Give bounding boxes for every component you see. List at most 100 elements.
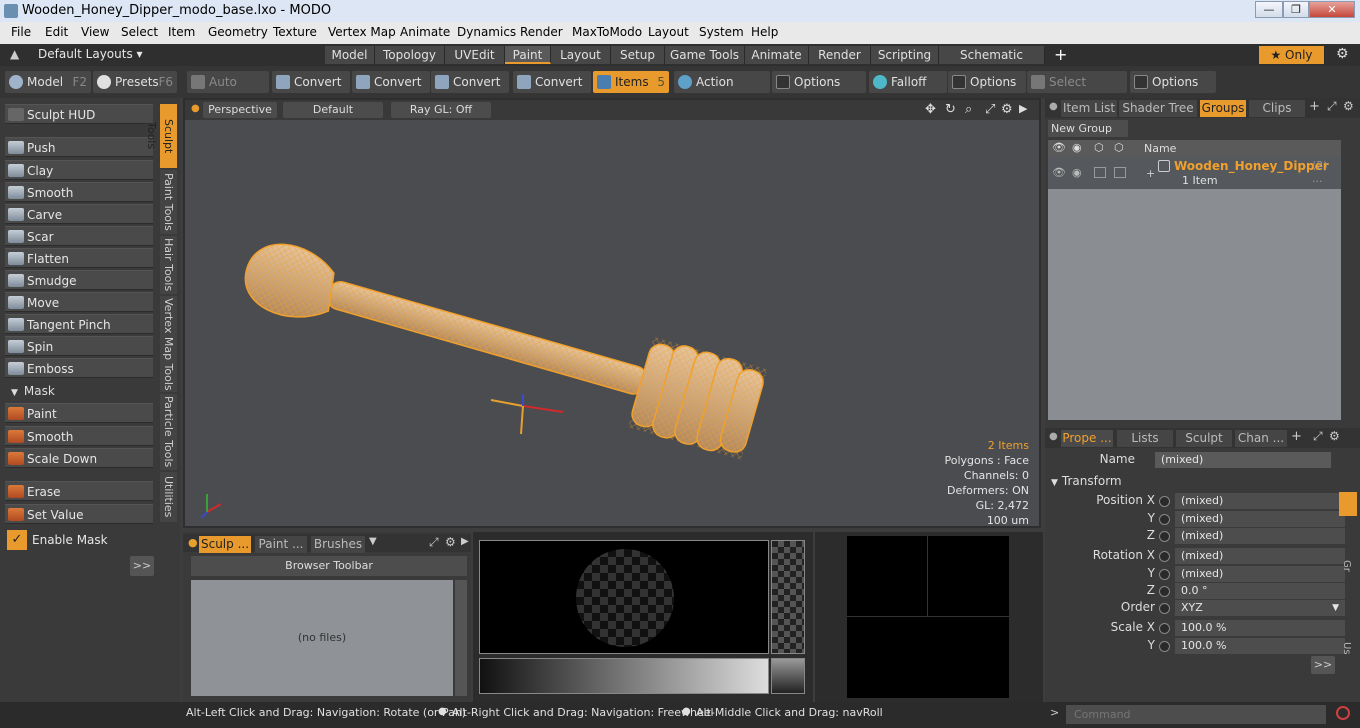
menu-render[interactable]: Render: [520, 25, 563, 39]
erase-button[interactable]: Erase: [5, 481, 153, 501]
auto-select-button[interactable]: Auto Select: [187, 71, 269, 111]
items-button[interactable]: Items 5: [593, 71, 669, 93]
select-through-button[interactable]: Select Through: [1027, 71, 1127, 111]
tab-groups[interactable]: Groups: [1200, 100, 1246, 117]
vtab-sculpt-tools[interactable]: Sculpt Tools: [145, 104, 177, 168]
rotation-z-field[interactable]: 0.0 °: [1175, 583, 1345, 599]
menu-layout[interactable]: Layout: [648, 25, 689, 39]
tool-emboss[interactable]: Emboss: [5, 358, 153, 378]
animate-dot-icon[interactable]: [1159, 569, 1170, 580]
maximize-viewport-icon[interactable]: ⤢: [985, 102, 995, 117]
tab-properties[interactable]: Prope ...: [1061, 430, 1113, 447]
visibility-eye-icon[interactable]: 👁: [1052, 141, 1066, 154]
tab-animate[interactable]: Animate: [745, 46, 809, 64]
animate-dot-icon[interactable]: [1159, 514, 1170, 525]
properties-gear-icon[interactable]: ⚙: [1329, 429, 1340, 443]
transform-section-header[interactable]: ▼ Transform: [1051, 474, 1122, 488]
maximize-button[interactable]: ❐: [1283, 1, 1309, 18]
tab-sculpt-presets[interactable]: Sculp ...: [199, 536, 251, 553]
convert-button-4[interactable]: Convert: [513, 71, 591, 93]
menu-maxtomodo[interactable]: MaxToModo: [572, 25, 642, 39]
order-dropdown[interactable]: XYZ ▼: [1175, 600, 1345, 616]
side-tab-user[interactable]: Us: [1341, 642, 1352, 655]
tab-brushes[interactable]: Brushes: [311, 536, 365, 553]
menu-select[interactable]: Select: [121, 25, 158, 39]
honey-dipper-model[interactable]: [185, 120, 1039, 526]
animate-dot-icon[interactable]: [1159, 623, 1170, 634]
tab-render[interactable]: Render: [809, 46, 871, 64]
options-button-1[interactable]: Options: [772, 71, 866, 93]
rotation-y-field[interactable]: (mixed): [1175, 566, 1345, 582]
panel-maximize-icon[interactable]: ⤢: [1327, 99, 1337, 114]
falloff-button[interactable]: Falloff: [869, 71, 947, 93]
new-group-button[interactable]: New Group: [1048, 120, 1128, 137]
viewport-more-icon[interactable]: ▶: [1019, 102, 1027, 115]
action-center-button[interactable]: Action Center: [674, 71, 770, 111]
browser-maximize-icon[interactable]: ⤢: [429, 535, 439, 550]
animate-dot-icon[interactable]: [1159, 531, 1170, 542]
file-browser-area[interactable]: (no files): [191, 580, 453, 696]
mask-tool-smooth[interactable]: Smooth: [5, 426, 153, 446]
enable-mask-toggle[interactable]: ✓ Enable Mask: [5, 530, 153, 550]
color-swatch[interactable]: [771, 658, 805, 694]
menu-system[interactable]: System: [699, 25, 744, 39]
select-icon[interactable]: ⬡: [1114, 141, 1124, 154]
tab-paint-presets[interactable]: Paint ...: [255, 536, 307, 553]
rotation-x-field[interactable]: (mixed): [1175, 548, 1345, 564]
tab-sculpt[interactable]: Sculpt: [1176, 430, 1232, 447]
record-icon[interactable]: [1336, 706, 1350, 720]
position-x-field[interactable]: (mixed): [1175, 493, 1345, 509]
lock-icon[interactable]: ⬡: [1094, 141, 1104, 154]
vtab-particle-tools[interactable]: Particle Tools: [160, 394, 177, 470]
tool-flatten[interactable]: Flatten: [5, 248, 153, 268]
animate-dot-icon[interactable]: [1159, 496, 1170, 507]
3d-viewport[interactable]: ● Perspective Default Ray GL: Off ✥ ↻ ⌕ …: [183, 98, 1041, 528]
animate-dot-icon[interactable]: [1159, 641, 1170, 652]
mask-tool-paint[interactable]: Paint: [5, 403, 153, 423]
tab-item-list[interactable]: Item List: [1061, 100, 1117, 117]
tab-layout[interactable]: Layout: [551, 46, 611, 64]
panel-menu-icon[interactable]: ●: [1049, 101, 1058, 112]
brush-alpha-strip[interactable]: [771, 540, 805, 654]
mask-section-header[interactable]: ▼ Mask: [5, 382, 153, 400]
menu-dynamics[interactable]: Dynamics: [457, 25, 516, 39]
tab-shader-tree[interactable]: Shader Tree: [1119, 100, 1197, 117]
tabs-dropdown-icon[interactable]: ▼: [369, 536, 377, 547]
properties-maximize-icon[interactable]: ⤢: [1313, 429, 1323, 444]
zoom-icon[interactable]: ⌕: [965, 102, 972, 117]
browser-more-icon[interactable]: ▶: [461, 536, 469, 547]
panel-gear-icon[interactable]: ⚙: [1343, 99, 1354, 113]
viewport-menu-icon[interactable]: ●: [191, 103, 200, 114]
side-tab-groups[interactable]: Gr: [1341, 560, 1352, 572]
more-properties-button[interactable]: >>: [1311, 656, 1335, 674]
row-visibility-eye-icon[interactable]: 👁: [1052, 166, 1066, 179]
mask-tool-scale-down[interactable]: Scale Down: [5, 448, 153, 468]
close-button[interactable]: ✕: [1309, 1, 1355, 18]
tab-game-tools[interactable]: Game Tools: [665, 46, 745, 64]
vtab-paint-tools[interactable]: Paint Tools: [160, 170, 177, 234]
expand-plus-icon[interactable]: +: [1146, 167, 1155, 180]
tool-clay[interactable]: Clay: [5, 160, 153, 180]
add-tab-button[interactable]: +: [1054, 45, 1067, 64]
vtab-utilities[interactable]: Utilities: [160, 472, 177, 522]
perspective-dropdown[interactable]: Perspective: [203, 102, 277, 118]
presets-button[interactable]: Presets F6: [93, 71, 177, 93]
browser-scrollbar[interactable]: [455, 580, 467, 696]
rotate-icon[interactable]: ↻: [945, 102, 956, 117]
scale-x-field[interactable]: 100.0 %: [1175, 620, 1345, 636]
shading-default-dropdown[interactable]: Default: [283, 102, 383, 118]
properties-menu-icon[interactable]: ●: [1049, 431, 1058, 442]
model-button[interactable]: Model F2: [5, 71, 91, 93]
only-toggle[interactable]: ★ Only: [1259, 46, 1325, 64]
menu-file[interactable]: File: [11, 25, 31, 39]
minimize-button[interactable]: —: [1255, 1, 1283, 18]
tool-carve[interactable]: Carve: [5, 204, 153, 224]
tab-scripting[interactable]: Scripting: [871, 46, 939, 64]
menu-texture[interactable]: Texture: [273, 25, 317, 39]
menu-animate[interactable]: Animate: [400, 25, 450, 39]
sculpt-hud-button[interactable]: Sculpt HUD: [5, 104, 153, 124]
render-icon[interactable]: ◉: [1072, 141, 1082, 154]
grayscale-gradient-swatch[interactable]: [479, 658, 769, 694]
menu-item[interactable]: Item: [168, 25, 195, 39]
row-render-icon[interactable]: ◉: [1072, 166, 1082, 179]
